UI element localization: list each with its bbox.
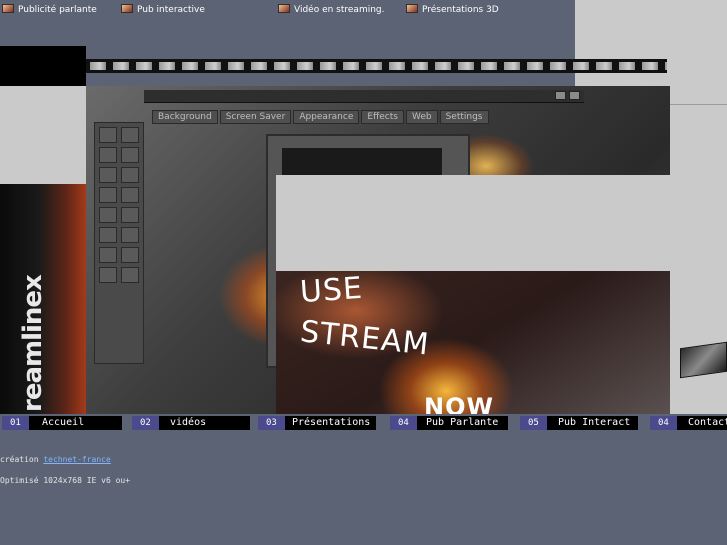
nav-tab-label: vidéos: [170, 417, 207, 428]
dialog-tab: Background: [152, 110, 218, 124]
film-frame-icon: [2, 4, 14, 13]
dialog-tab: Effects: [361, 110, 404, 124]
nav-tab-label: Pub Parlante: [426, 417, 499, 428]
bottom-nav: 01 Accueil 02 vidéos 03 Présentations 04…: [0, 414, 727, 432]
stream-now-image: USE STREAM NOW: [276, 271, 670, 414]
hero-text-line1: USE: [298, 271, 365, 311]
nav-tab-label: Contact: [688, 417, 727, 428]
top-nav-label: Vidéo en streaming.: [294, 5, 385, 15]
film-frame-icon: [406, 4, 418, 13]
dialog-tab: Screen Saver: [219, 110, 292, 124]
logo-text: reamlinex: [18, 275, 48, 412]
nav-tab-contact[interactable]: 04 Contact: [650, 416, 727, 430]
vertical-logo: reamlinex: [0, 184, 86, 414]
paint-toolbox: [94, 122, 144, 364]
nav-tab-number: 04: [650, 416, 677, 430]
hero-text-line2: STREAM: [298, 314, 432, 363]
tool-icon: [99, 247, 117, 263]
help-icon: [555, 91, 566, 100]
tool-icon: [121, 247, 139, 263]
nav-tab-label: Accueil: [42, 417, 85, 428]
nav-tab-videos[interactable]: 02 vidéos: [132, 416, 250, 430]
top-nav-label: Publicité parlante: [18, 5, 97, 15]
film-frame-icon: [121, 4, 133, 13]
tool-icon: [99, 207, 117, 223]
tool-icon: [121, 127, 139, 143]
top-nav: Publicité parlante Pub interactive Vidéo…: [0, 0, 575, 46]
nav-tab-accueil[interactable]: 01 Accueil: [2, 416, 122, 430]
dialog-tabs: Background Screen Saver Appearance Effec…: [152, 110, 489, 124]
dialog-tab: Settings: [439, 110, 489, 124]
center-grey-panel: [276, 175, 670, 271]
dialog-tab: Appearance: [293, 110, 360, 124]
filmstrip-decoration: [86, 59, 667, 73]
credit-line: création technet-france: [0, 455, 111, 464]
tool-icon: [121, 187, 139, 203]
tool-icon: [99, 127, 117, 143]
tool-icon: [99, 267, 117, 283]
optimized-note: Optimisé 1024x768 IE v6 ou+: [0, 476, 131, 485]
tool-icon: [99, 227, 117, 243]
film-frame-icon: [278, 4, 290, 13]
tool-icon: [121, 167, 139, 183]
top-nav-item-pub-interactive[interactable]: Pub interactive: [121, 4, 205, 15]
nav-tab-number: 04: [390, 416, 417, 430]
nav-tab-pub-parlante[interactable]: 04 Pub Parlante: [390, 416, 508, 430]
tool-icon: [121, 147, 139, 163]
top-nav-label: Pub interactive: [137, 5, 205, 15]
credit-prefix: création: [0, 455, 39, 464]
close-icon: [569, 91, 580, 100]
black-block: [0, 46, 86, 86]
nav-tab-number: 01: [2, 416, 29, 430]
window-title-bar: [144, 90, 584, 103]
nav-tab-pub-interact[interactable]: 05 Pub Interact: [520, 416, 638, 430]
tool-icon: [99, 167, 117, 183]
top-nav-item-publicite-parlante[interactable]: Publicité parlante: [2, 4, 97, 15]
tool-icon: [121, 207, 139, 223]
top-nav-label: Présentations 3D: [422, 5, 499, 15]
tool-icon: [99, 147, 117, 163]
nav-tab-number: 02: [132, 416, 159, 430]
credit-link[interactable]: technet-france: [43, 455, 110, 464]
tool-icon: [121, 227, 139, 243]
tool-icon: [99, 187, 117, 203]
dialog-tab: Web: [405, 110, 438, 124]
window-buttons: [555, 91, 580, 100]
left-grey-panel: [0, 86, 86, 184]
nav-tab-label: Pub Interact: [558, 417, 631, 428]
nav-tab-number: 03: [258, 416, 285, 430]
top-nav-item-video-streaming[interactable]: Vidéo en streaming.: [278, 4, 385, 15]
hero-text-line3: NOW: [424, 393, 494, 414]
tool-icon: [121, 267, 139, 283]
nav-tab-presentations[interactable]: 03 Présentations: [258, 416, 376, 430]
nav-tab-number: 05: [520, 416, 547, 430]
top-nav-item-presentations-3d[interactable]: Présentations 3D: [406, 4, 499, 15]
nav-tab-label: Présentations: [292, 417, 371, 428]
